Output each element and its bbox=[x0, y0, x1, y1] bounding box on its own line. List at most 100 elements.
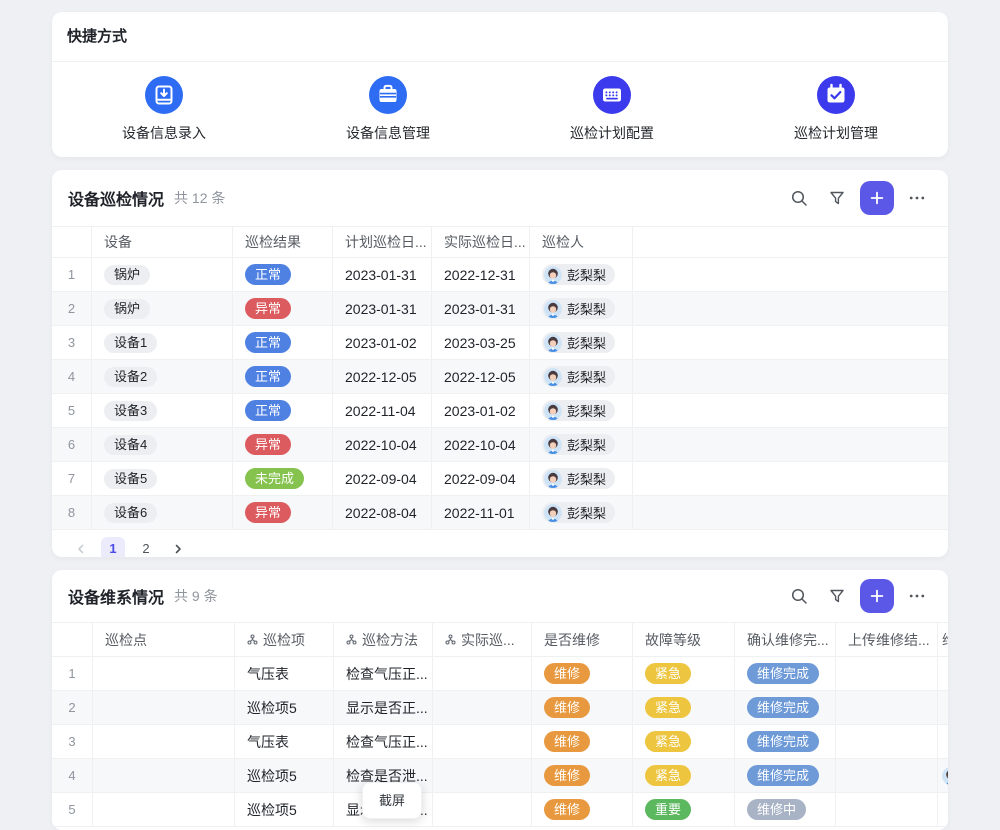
date-cell[interactable]: 2023-01-31 bbox=[432, 292, 530, 325]
actual-cell[interactable] bbox=[433, 657, 532, 690]
device-cell[interactable]: 锅炉 bbox=[92, 292, 233, 325]
upload-cell[interactable] bbox=[836, 725, 938, 758]
date-cell[interactable]: 2022-09-04 bbox=[333, 462, 432, 495]
item-cell[interactable]: 巡检项5 bbox=[235, 793, 334, 826]
method-cell[interactable]: 显示是否正... bbox=[334, 691, 433, 724]
date-cell[interactable]: 2022-08-04 bbox=[333, 496, 432, 529]
upload-cell[interactable] bbox=[836, 793, 938, 826]
repair-cell[interactable]: 维修 bbox=[532, 725, 633, 758]
next-page-button[interactable] bbox=[167, 538, 189, 558]
date-cell[interactable]: 2022-09-04 bbox=[432, 462, 530, 495]
inspector-cell[interactable]: 彭梨梨 bbox=[530, 326, 633, 359]
result-cell[interactable]: 正常 bbox=[233, 326, 333, 359]
column-header-result[interactable]: 巡检结果 bbox=[233, 227, 333, 257]
confirm-cell[interactable]: 维修完成 bbox=[735, 691, 836, 724]
page-button-1[interactable]: 1 bbox=[101, 537, 125, 558]
confirm-cell[interactable]: 维修完成 bbox=[735, 759, 836, 792]
column-header-item[interactable]: 巡检项 bbox=[235, 623, 334, 656]
table-row[interactable]: 1气压表检查气压正...维修紧急维修完成 bbox=[52, 657, 948, 691]
last-cell[interactable] bbox=[938, 793, 948, 826]
column-header-inspector[interactable]: 巡检人 bbox=[530, 227, 633, 257]
search-button[interactable] bbox=[784, 581, 814, 611]
shortcut-item-2[interactable]: 设备信息管理 bbox=[276, 76, 500, 143]
last-cell[interactable] bbox=[938, 657, 948, 690]
level-cell[interactable]: 紧急 bbox=[633, 725, 735, 758]
repair-cell[interactable]: 维修 bbox=[532, 657, 633, 690]
last-cell[interactable] bbox=[938, 691, 948, 724]
table-row[interactable]: 6设备4异常2022-10-042022-10-04彭梨梨 bbox=[52, 428, 948, 462]
result-cell[interactable]: 异常 bbox=[233, 292, 333, 325]
date-cell[interactable]: 2023-03-25 bbox=[432, 326, 530, 359]
date-cell[interactable]: 2023-01-31 bbox=[333, 258, 432, 291]
level-cell[interactable]: 紧急 bbox=[633, 657, 735, 690]
confirm-cell[interactable]: 维修中 bbox=[735, 793, 836, 826]
level-cell[interactable]: 紧急 bbox=[633, 691, 735, 724]
item-cell[interactable]: 气压表 bbox=[235, 725, 334, 758]
date-cell[interactable]: 2023-01-02 bbox=[432, 394, 530, 427]
filter-button[interactable] bbox=[822, 183, 852, 213]
column-header-repair[interactable]: 是否维修 bbox=[532, 623, 633, 656]
table-row[interactable]: 1锅炉正常2023-01-312022-12-31彭梨梨 bbox=[52, 258, 948, 292]
point-cell[interactable] bbox=[93, 691, 235, 724]
column-header-actual[interactable]: 实际巡检日... bbox=[432, 227, 530, 257]
upload-cell[interactable] bbox=[836, 691, 938, 724]
table-row[interactable]: 3气压表检查气压正...维修紧急维修完成 bbox=[52, 725, 948, 759]
upload-cell[interactable] bbox=[836, 657, 938, 690]
device-cell[interactable]: 设备1 bbox=[92, 326, 233, 359]
item-cell[interactable]: 巡检项5 bbox=[235, 691, 334, 724]
inspector-cell[interactable]: 彭梨梨 bbox=[530, 462, 633, 495]
more-actions-button[interactable] bbox=[902, 183, 932, 213]
point-cell[interactable] bbox=[93, 725, 235, 758]
device-cell[interactable]: 设备6 bbox=[92, 496, 233, 529]
confirm-cell[interactable]: 维修完成 bbox=[735, 657, 836, 690]
item-cell[interactable]: 巡检项5 bbox=[235, 759, 334, 792]
result-cell[interactable]: 异常 bbox=[233, 428, 333, 461]
column-header-actual[interactable]: 实际巡... bbox=[433, 623, 532, 656]
previous-page-button[interactable] bbox=[70, 538, 92, 558]
result-cell[interactable]: 异常 bbox=[233, 496, 333, 529]
column-header-method[interactable]: 巡检方法 bbox=[334, 623, 433, 656]
point-cell[interactable] bbox=[93, 759, 235, 792]
table-row[interactable]: 5巡检项5显示是否正...维修重要维修中 bbox=[52, 793, 948, 827]
upload-cell[interactable] bbox=[836, 759, 938, 792]
table-row[interactable]: 2锅炉异常2023-01-312023-01-31彭梨梨 bbox=[52, 292, 948, 326]
shortcut-item-4[interactable]: 巡检计划管理 bbox=[724, 76, 948, 143]
column-header-upload[interactable]: 上传维修结... bbox=[836, 623, 938, 656]
inspector-cell[interactable]: 彭梨梨 bbox=[530, 428, 633, 461]
date-cell[interactable]: 2022-12-05 bbox=[432, 360, 530, 393]
column-header-planned[interactable]: 计划巡检日... bbox=[333, 227, 432, 257]
table-row[interactable]: 2巡检项5显示是否正...维修紧急维修完成 bbox=[52, 691, 948, 725]
date-cell[interactable]: 2022-11-04 bbox=[333, 394, 432, 427]
table-row[interactable]: 7设备5未完成2022-09-042022-09-04彭梨梨 bbox=[52, 462, 948, 496]
date-cell[interactable]: 2022-10-04 bbox=[432, 428, 530, 461]
result-cell[interactable]: 正常 bbox=[233, 394, 333, 427]
date-cell[interactable]: 2022-11-01 bbox=[432, 496, 530, 529]
actual-cell[interactable] bbox=[433, 759, 532, 792]
result-cell[interactable]: 正常 bbox=[233, 360, 333, 393]
shortcut-item-3[interactable]: 巡检计划配置 bbox=[500, 76, 724, 143]
actual-cell[interactable] bbox=[433, 725, 532, 758]
table-row[interactable]: 5设备3正常2022-11-042023-01-02彭梨梨 bbox=[52, 394, 948, 428]
inspector-cell[interactable]: 彭梨梨 bbox=[530, 496, 633, 529]
date-cell[interactable]: 2023-01-02 bbox=[333, 326, 432, 359]
date-cell[interactable]: 2023-01-31 bbox=[333, 292, 432, 325]
search-button[interactable] bbox=[784, 183, 814, 213]
date-cell[interactable]: 2022-12-31 bbox=[432, 258, 530, 291]
add-record-button[interactable] bbox=[860, 579, 894, 613]
inspector-cell[interactable]: 彭梨梨 bbox=[530, 394, 633, 427]
shortcut-item-1[interactable]: 设备信息录入 bbox=[52, 76, 276, 143]
table-row[interactable]: 4巡检项5检查是否泄...维修紧急维修完成 bbox=[52, 759, 948, 793]
column-header-point[interactable]: 巡检点 bbox=[93, 623, 235, 656]
result-cell[interactable]: 未完成 bbox=[233, 462, 333, 495]
inspector-cell[interactable]: 彭梨梨 bbox=[530, 360, 633, 393]
repair-cell[interactable]: 维修 bbox=[532, 691, 633, 724]
repair-cell[interactable]: 维修 bbox=[532, 759, 633, 792]
filter-button[interactable] bbox=[822, 581, 852, 611]
last-cell[interactable] bbox=[938, 725, 948, 758]
more-actions-button[interactable] bbox=[902, 581, 932, 611]
date-cell[interactable]: 2022-12-05 bbox=[333, 360, 432, 393]
column-header-device[interactable]: 设备 bbox=[92, 227, 233, 257]
point-cell[interactable] bbox=[93, 657, 235, 690]
method-cell[interactable]: 检查气压正... bbox=[334, 725, 433, 758]
point-cell[interactable] bbox=[93, 793, 235, 826]
